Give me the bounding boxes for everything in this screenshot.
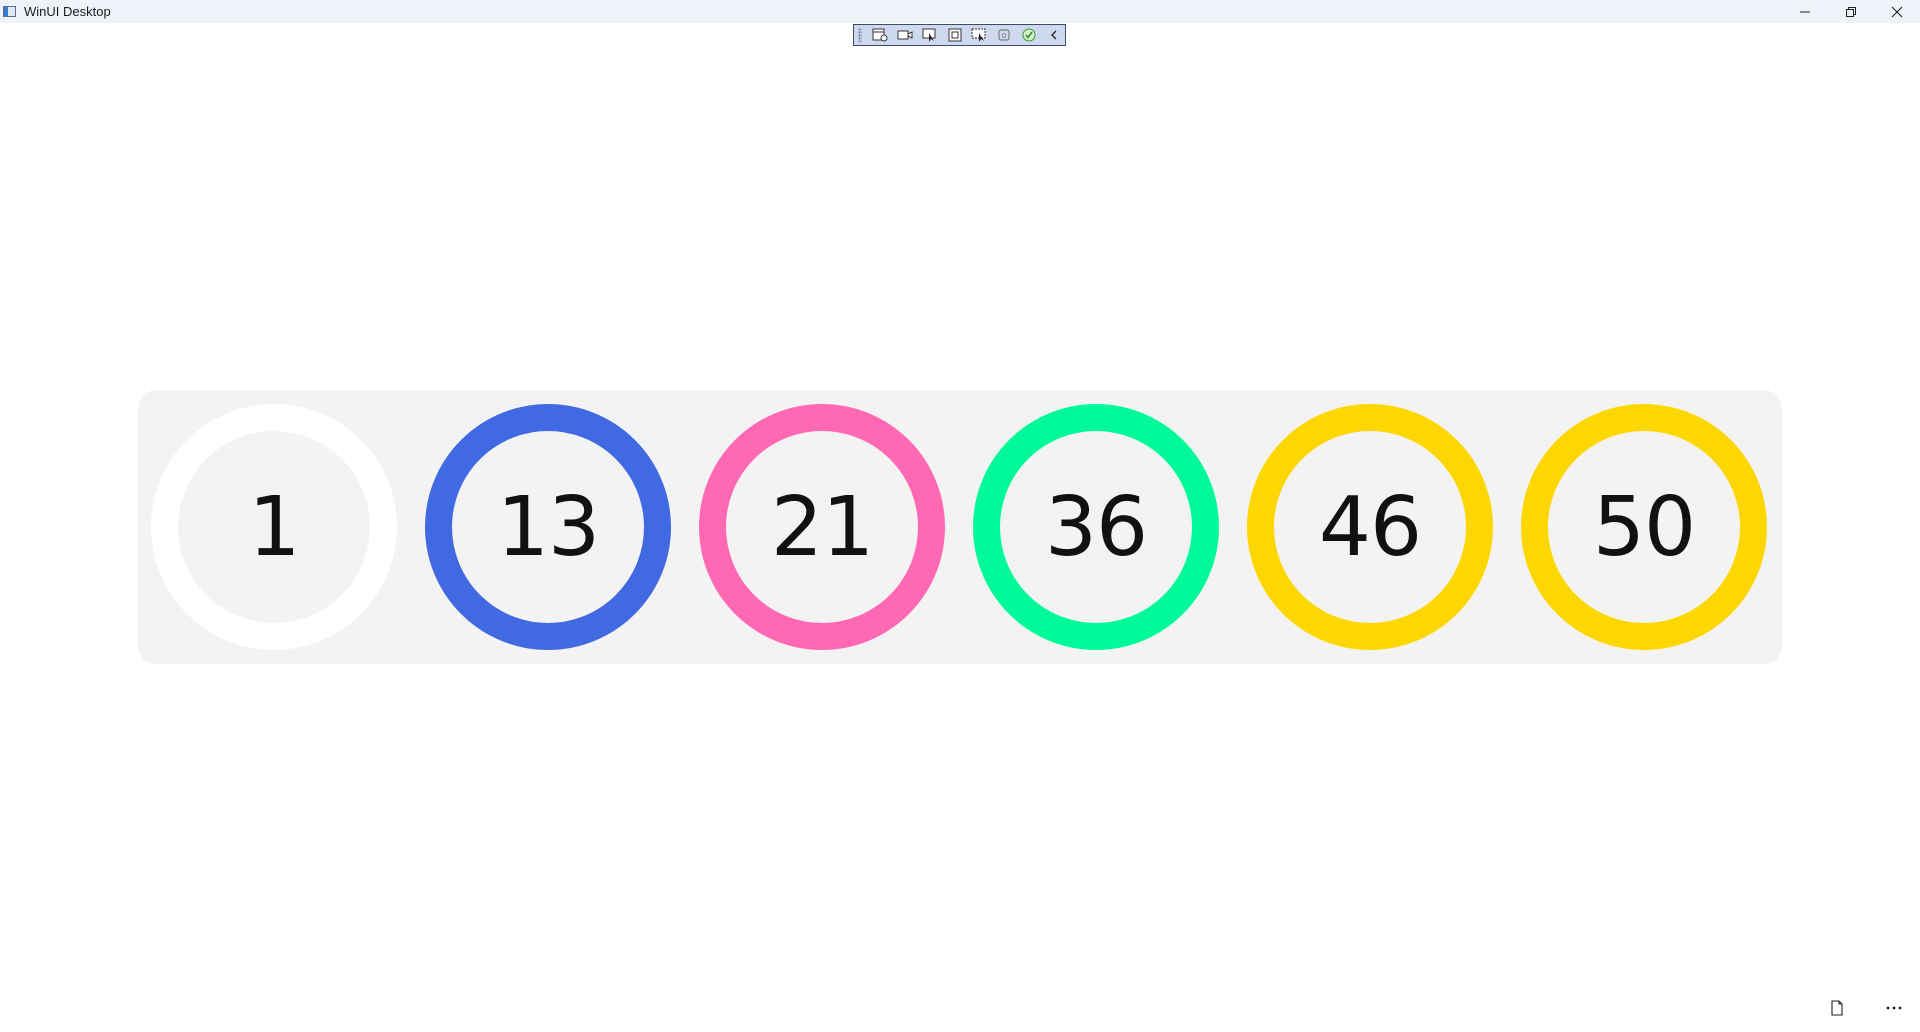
window-controls [1782, 0, 1920, 23]
document-button[interactable] [1821, 992, 1853, 1024]
live-visual-tree-icon [872, 28, 888, 42]
close-icon [1891, 6, 1903, 17]
ring-value: 1 [248, 479, 300, 575]
more-options-icon [1886, 1006, 1902, 1010]
collapse-toolbar-button[interactable] [1043, 26, 1065, 44]
in-app-debug-toolbar: 0 [853, 24, 1066, 46]
rings-panel: 1 13 21 36 46 50 [138, 390, 1782, 664]
minimize-icon [1800, 11, 1810, 12]
title-bar: WinUI Desktop [0, 0, 1920, 23]
record-icon [897, 30, 913, 40]
display-layout-adorners-icon [948, 28, 962, 42]
progress-ring: 50 [1521, 404, 1767, 650]
restore-icon [1846, 6, 1856, 17]
select-element-button[interactable] [919, 26, 941, 44]
progress-ring: 13 [425, 404, 671, 650]
ring-value: 46 [1318, 479, 1422, 575]
ring-value: 21 [770, 479, 874, 575]
window-title: WinUI Desktop [24, 4, 111, 19]
ring-value: 36 [1044, 479, 1148, 575]
more-options-button[interactable] [1878, 992, 1910, 1024]
ring-value: 13 [496, 479, 600, 575]
accessibility-check-button[interactable] [1018, 26, 1040, 44]
progress-ring: 36 [973, 404, 1219, 650]
live-visual-tree-button[interactable] [869, 26, 891, 44]
svg-text:0: 0 [1002, 32, 1006, 40]
close-button[interactable] [1874, 0, 1920, 23]
record-button[interactable] [894, 26, 916, 44]
track-focus-icon [971, 28, 986, 42]
select-element-icon [922, 28, 936, 42]
restore-button[interactable] [1828, 0, 1874, 23]
display-layout-adorners-button[interactable] [944, 26, 966, 44]
binding-failures-icon: 0 [998, 29, 1010, 41]
binding-failures-button[interactable]: 0 [993, 26, 1015, 44]
progress-ring: 46 [1247, 404, 1493, 650]
ring-value: 50 [1592, 479, 1696, 575]
collapse-chevron-icon [1051, 30, 1057, 40]
toolbar-grip[interactable] [858, 28, 862, 42]
accessibility-check-icon [1022, 28, 1036, 42]
track-focus-button[interactable] [968, 26, 990, 44]
minimize-button[interactable] [1782, 0, 1828, 23]
document-icon [1831, 1000, 1843, 1016]
app-icon [3, 6, 16, 17]
progress-ring: 21 [699, 404, 945, 650]
progress-ring: 1 [151, 404, 397, 650]
